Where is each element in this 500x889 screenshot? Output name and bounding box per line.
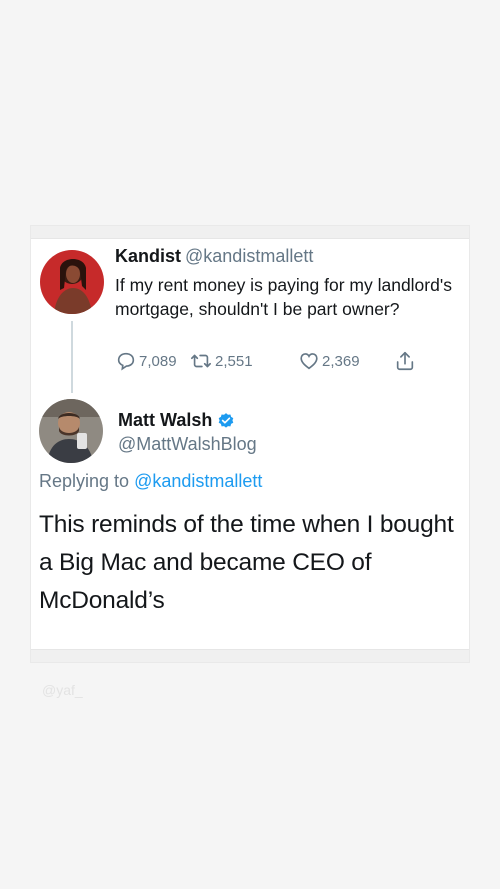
tweet-screenshot-card: Kandist @kandistmallett If my rent money … (31, 226, 469, 662)
replying-to-link[interactable]: @kandistmallett (134, 471, 262, 491)
thread-connector-line (71, 321, 73, 393)
retweet-count: 2,551 (215, 352, 253, 370)
tweet1-text: If my rent money is paying for my landlo… (115, 275, 452, 319)
reply-button[interactable]: 7,089 (115, 350, 177, 372)
replying-to-prefix: Replying to (39, 471, 130, 491)
heart-icon (300, 353, 318, 370)
tweet2-display-name-row: Matt Walsh (118, 410, 235, 431)
kandist-avatar[interactable] (40, 250, 104, 314)
mattwalsh-avatar[interactable] (39, 399, 103, 463)
replying-to-line: Replying to @kandistmallett (39, 471, 262, 492)
watermark-text: @yaf_ (42, 682, 83, 698)
tweet2-handle[interactable]: @MattWalshBlog (118, 434, 257, 455)
card-top-strip (31, 226, 469, 239)
reply-count: 7,089 (139, 352, 177, 370)
retweet-icon (191, 354, 211, 368)
tweet1-handle[interactable]: @kandistmallett (185, 246, 313, 266)
tweet1-header: Kandist @kandistmallett (115, 246, 313, 267)
retweet-button[interactable]: 2,551 (189, 350, 253, 372)
card-bottom-strip (31, 649, 469, 662)
tweet1-display-name[interactable]: Kandist (115, 246, 181, 266)
tweet2-display-name[interactable]: Matt Walsh (118, 410, 212, 431)
like-count: 2,369 (322, 352, 360, 370)
tweet2-text: This reminds of the time when I bought a… (39, 511, 454, 614)
share-button[interactable] (394, 350, 418, 372)
like-button[interactable]: 2,369 (298, 350, 360, 372)
share-icon (396, 351, 414, 371)
verified-badge-icon (219, 412, 234, 428)
reply-icon (117, 352, 135, 371)
